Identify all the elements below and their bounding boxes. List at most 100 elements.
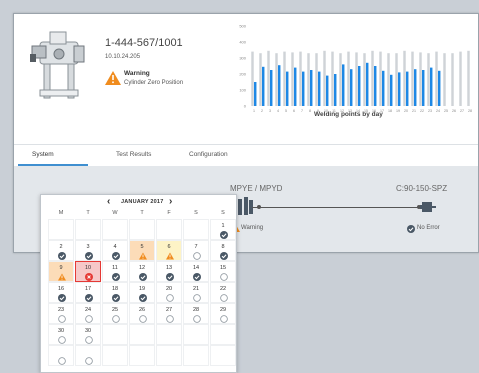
calendar-day-22[interactable]: 22	[210, 282, 236, 303]
bar-welding-points[interactable]	[414, 69, 417, 106]
calendar-day-25[interactable]: 25	[102, 303, 128, 324]
bar-capacity[interactable]	[315, 53, 318, 106]
bar-welding-points[interactable]	[422, 70, 425, 106]
bar-capacity[interactable]	[419, 52, 422, 106]
bar-capacity[interactable]	[427, 53, 430, 106]
bar-welding-points[interactable]	[382, 70, 385, 106]
calendar-day-28[interactable]: 28	[183, 303, 209, 324]
calendar-day-12[interactable]: 12	[129, 261, 155, 282]
bar-welding-points[interactable]	[278, 65, 281, 106]
bar-capacity[interactable]	[467, 50, 470, 106]
bar-capacity[interactable]	[275, 53, 278, 106]
bar-welding-points[interactable]	[254, 82, 257, 106]
x-tick-label: 27	[460, 109, 464, 113]
bar-capacity[interactable]	[347, 51, 350, 106]
bar-capacity[interactable]	[371, 50, 374, 106]
empty-circle-icon	[220, 273, 228, 281]
chevron-right-icon[interactable]: ›	[169, 196, 172, 207]
calendar-day-10[interactable]: 10	[75, 261, 101, 282]
calendar-day-27[interactable]: 27	[156, 303, 182, 324]
bar-capacity[interactable]	[459, 51, 462, 106]
bar-welding-points[interactable]	[334, 74, 337, 106]
bar-capacity[interactable]	[331, 51, 334, 106]
bar-capacity[interactable]	[267, 50, 270, 106]
calendar-day-3[interactable]: 3	[75, 240, 101, 261]
calendar-day-14[interactable]: 14	[183, 261, 209, 282]
bar-welding-points[interactable]	[318, 71, 321, 106]
calendar-day-21[interactable]: 21	[183, 282, 209, 303]
calendar-day-empty	[75, 219, 101, 240]
day-number: 20	[165, 286, 173, 292]
bar-capacity[interactable]	[307, 53, 310, 106]
bar-welding-points[interactable]	[406, 71, 409, 106]
bar-welding-points[interactable]	[366, 62, 369, 106]
calendar-day-26[interactable]: 26	[129, 303, 155, 324]
calendar-day-19[interactable]: 19	[129, 282, 155, 303]
calendar-day-29[interactable]: 29	[210, 303, 236, 324]
calendar-day-7[interactable]: 7	[183, 240, 209, 261]
bar-capacity[interactable]	[411, 51, 414, 106]
bar-welding-points[interactable]	[398, 72, 401, 106]
bar-capacity[interactable]	[283, 51, 286, 106]
tab-configuration[interactable]: Configuration	[189, 151, 228, 158]
bar-capacity[interactable]	[395, 53, 398, 106]
bar-welding-points[interactable]	[390, 74, 393, 106]
bar-capacity[interactable]	[379, 51, 382, 106]
bar-capacity[interactable]	[451, 53, 454, 106]
bar-welding-points[interactable]	[270, 70, 273, 106]
bar-welding-points[interactable]	[350, 69, 353, 106]
calendar-day-empty	[102, 345, 128, 366]
bar-capacity[interactable]	[299, 51, 302, 106]
bar-capacity[interactable]	[443, 53, 446, 106]
bar-welding-points[interactable]	[342, 64, 345, 106]
bar-capacity[interactable]	[251, 51, 254, 106]
bar-capacity[interactable]	[291, 52, 294, 106]
day-number: 17	[84, 286, 92, 292]
calendar-day-24[interactable]: 24	[75, 303, 101, 324]
bar-welding-points[interactable]	[286, 71, 289, 106]
bar-capacity[interactable]	[323, 50, 326, 106]
calendar-day-23[interactable]: 23	[48, 303, 74, 324]
calendar-day-30[interactable]: 30	[48, 324, 74, 345]
bar-welding-points[interactable]	[310, 70, 313, 106]
empty-circle-icon	[112, 315, 120, 323]
bar-capacity[interactable]	[355, 52, 358, 106]
calendar-day-30[interactable]: 30	[75, 324, 101, 345]
calendar-day-17[interactable]: 17	[75, 282, 101, 303]
calendar-day-1[interactable]: 1	[210, 219, 236, 240]
bar-capacity[interactable]	[363, 53, 366, 106]
bar-capacity[interactable]	[339, 53, 342, 106]
calendar-day-4[interactable]: 4	[102, 240, 128, 261]
bar-welding-points[interactable]	[358, 66, 361, 106]
cylinder-icon[interactable]	[420, 200, 436, 214]
bar-welding-points[interactable]	[326, 75, 329, 106]
calendar-day-8[interactable]: 8	[210, 240, 236, 261]
bar-welding-points[interactable]	[262, 66, 265, 106]
calendar-day-5[interactable]: 5	[129, 240, 155, 261]
calendar-day-13[interactable]: 13	[156, 261, 182, 282]
bar-capacity[interactable]	[403, 50, 406, 106]
calendar-day-20[interactable]: 20	[156, 282, 182, 303]
x-tick-label: 8	[309, 109, 311, 113]
day-number: 6	[167, 244, 171, 250]
bar-capacity[interactable]	[387, 53, 390, 106]
connection-dot-left	[257, 205, 261, 209]
tab-test-results[interactable]: Test Results	[116, 151, 151, 158]
y-tick-label: 500	[239, 24, 246, 29]
calendar-day-9[interactable]: 9	[48, 261, 74, 282]
chevron-left-icon[interactable]: ‹	[107, 196, 110, 207]
bar-welding-points[interactable]	[294, 67, 297, 106]
bar-welding-points[interactable]	[374, 66, 377, 106]
calendar-day-2[interactable]: 2	[48, 240, 74, 261]
calendar-day-11[interactable]: 11	[102, 261, 128, 282]
calendar-day-18[interactable]: 18	[102, 282, 128, 303]
bar-welding-points[interactable]	[438, 70, 441, 106]
tab-system[interactable]: System	[32, 151, 54, 158]
calendar-day-15[interactable]: 15	[210, 261, 236, 282]
calendar-day-16[interactable]: 16	[48, 282, 74, 303]
bar-welding-points[interactable]	[302, 71, 305, 106]
bar-capacity[interactable]	[259, 53, 262, 106]
bar-capacity[interactable]	[435, 51, 438, 106]
calendar-day-6[interactable]: 6	[156, 240, 182, 261]
bar-welding-points[interactable]	[430, 67, 433, 106]
